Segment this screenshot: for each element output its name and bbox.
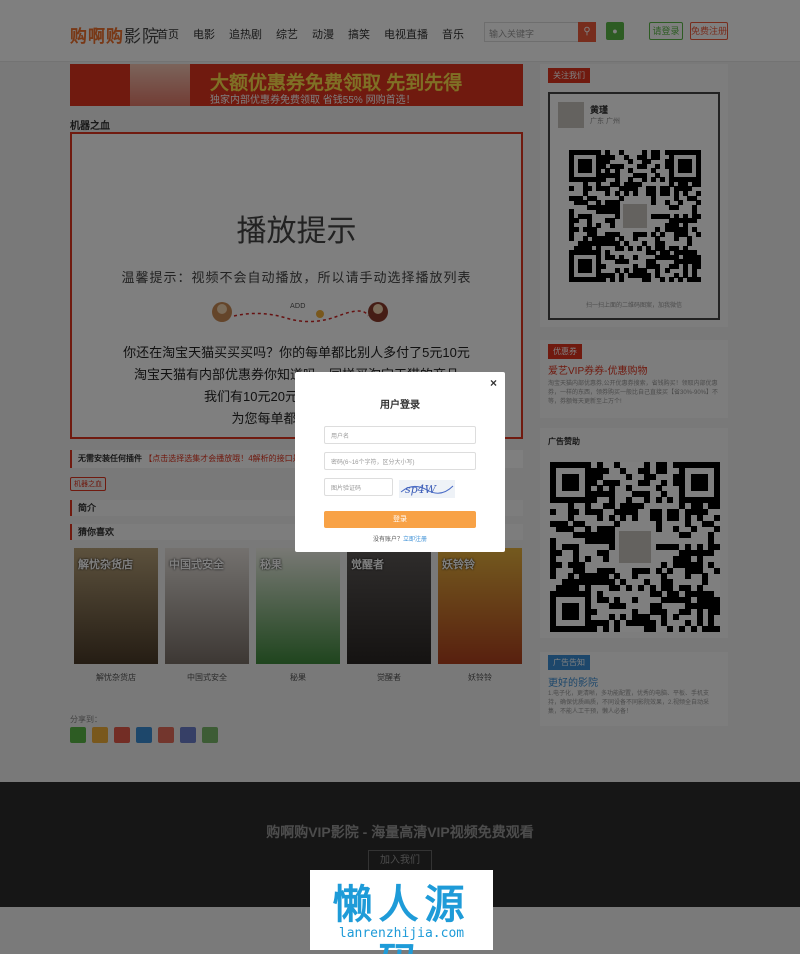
login-modal: × 用户登录 用户名 密码(6~16个字符，区分大小写) 图片验证码 sp4W … — [295, 372, 505, 552]
register-link[interactable]: 立即注册 — [403, 537, 427, 543]
close-icon[interactable]: × — [490, 376, 497, 390]
login-submit-button[interactable]: 登录 — [324, 511, 476, 528]
login-title: 用户登录 — [380, 400, 420, 411]
password-input[interactable]: 密码(6~16个字符，区分大小写) — [324, 452, 476, 470]
register-prompt: 没有账户？立即注册 — [295, 534, 505, 543]
username-input[interactable]: 用户名 — [324, 426, 476, 444]
captcha-text: sp4W — [405, 483, 438, 496]
captcha-image[interactable]: sp4W — [399, 480, 455, 498]
captcha-input[interactable]: 图片验证码 — [324, 478, 393, 496]
watermark-title: 懒人源码 — [332, 882, 471, 954]
watermark-url: lanrenzhijia.com — [338, 926, 465, 941]
no-account-text: 没有账户？ — [372, 537, 403, 543]
watermark: 懒人源码 lanrenzhijia.com — [310, 870, 493, 954]
